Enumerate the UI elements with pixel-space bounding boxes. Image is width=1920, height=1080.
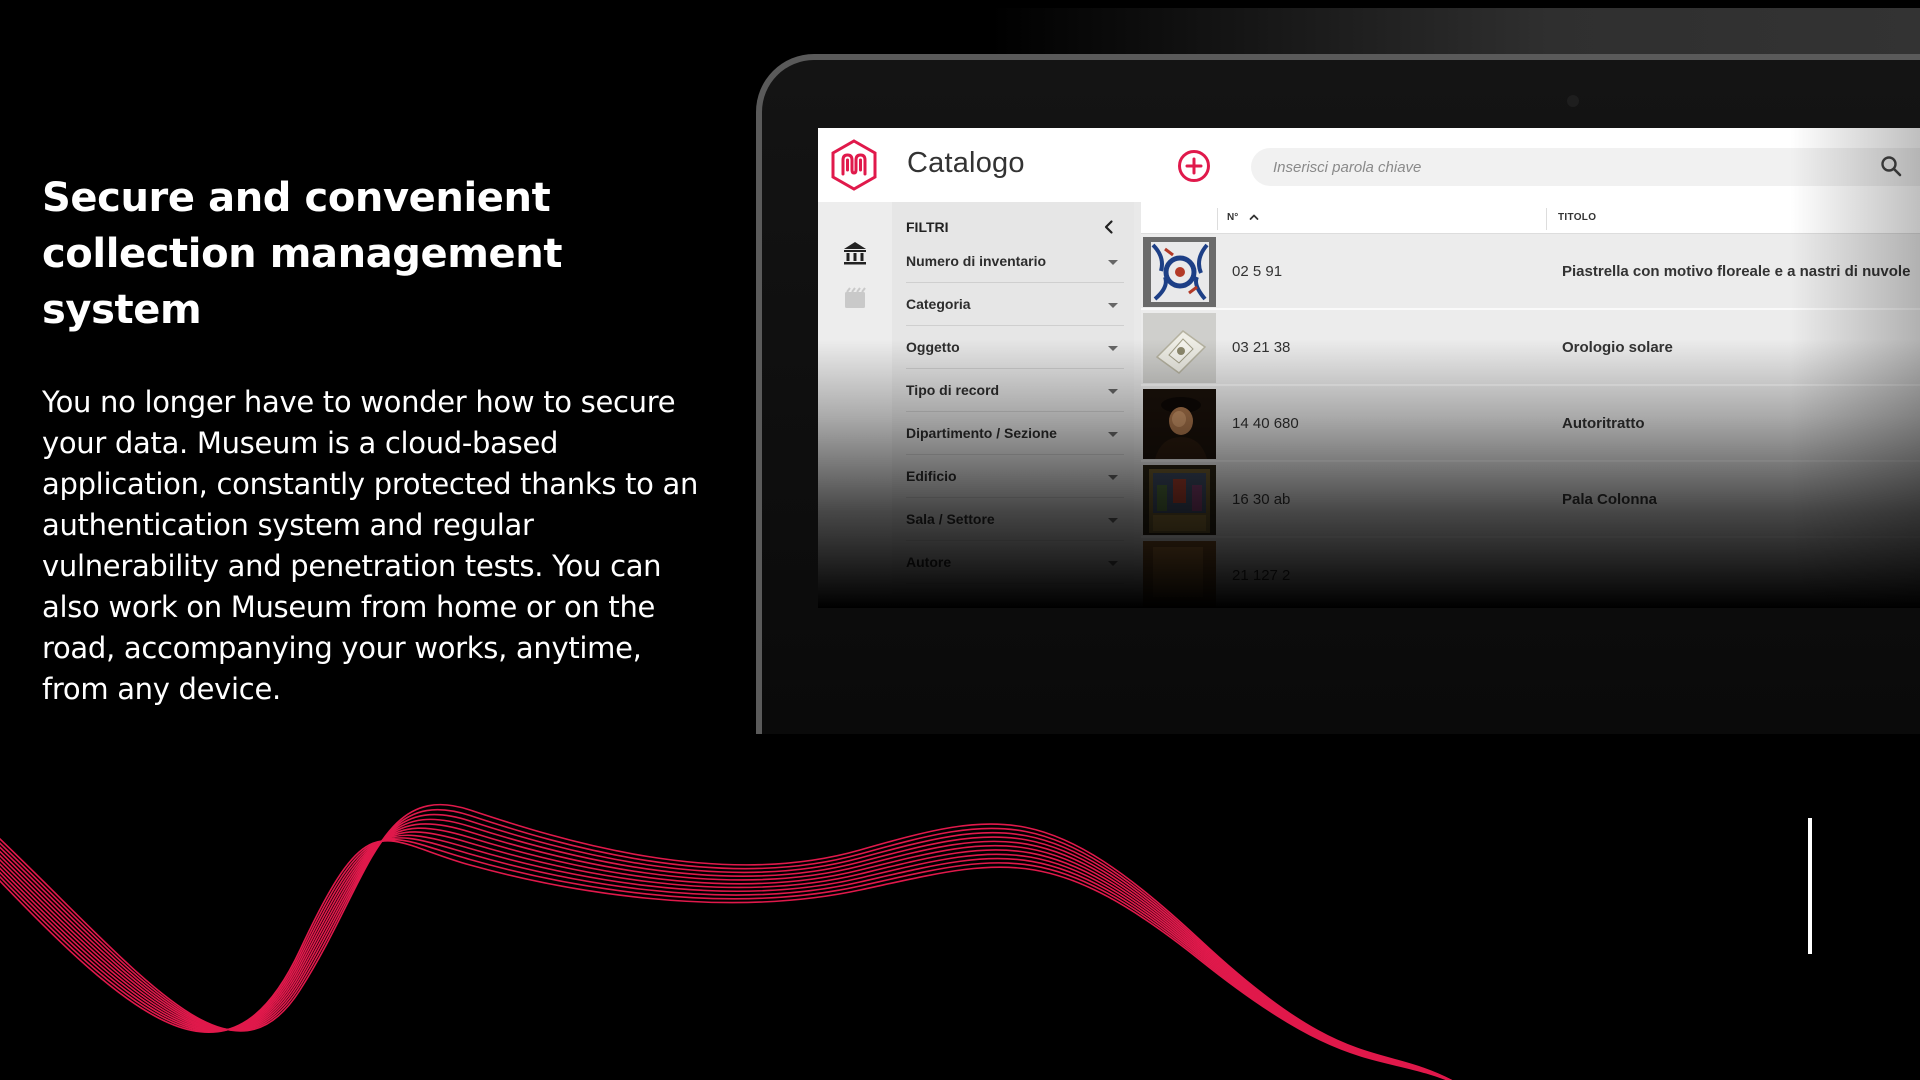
nav-rail [818, 202, 892, 608]
table-row[interactable]: 14 40 680 Autoritratto [1141, 386, 1920, 462]
filter-tipo-di-record[interactable]: Tipo di record [906, 370, 1124, 412]
row-title: Piastrella con motivo floreale e a nastr… [1562, 263, 1911, 280]
row-number: 03 21 38 [1232, 339, 1291, 356]
artwork-thumbnail [1143, 389, 1216, 459]
museum-logo-icon[interactable] [829, 138, 879, 192]
filter-numero-di-inventario[interactable]: Numero di inventario [906, 241, 1124, 283]
chevron-left-icon[interactable] [1100, 218, 1118, 236]
artwork-thumbnail [1143, 237, 1216, 307]
film-clapper-icon[interactable] [840, 284, 870, 314]
filter-label: Tipo di record [906, 382, 1000, 398]
chevron-down-icon [1108, 432, 1118, 437]
chevron-down-icon [1108, 389, 1118, 394]
wave-line [0, 813, 1452, 1080]
hero-body: You no longer have to wonder how to secu… [42, 385, 699, 706]
search-input[interactable] [1251, 148, 1920, 186]
filter-label: Sala / Settore [906, 511, 995, 527]
filter-dipartimento-sezione[interactable]: Dipartimento / Sezione [906, 413, 1124, 455]
hero-title-line-2: collection management system [42, 231, 563, 333]
filters-heading: FILTRI [906, 219, 949, 235]
filter-label: Dipartimento / Sezione [906, 425, 1057, 441]
chevron-down-icon [1108, 260, 1118, 265]
decorative-waves [0, 803, 1453, 1080]
filter-label: Oggetto [906, 339, 960, 355]
search-icon[interactable] [1879, 154, 1903, 178]
filter-label: Autore [906, 554, 952, 570]
column-header-number[interactable]: N° [1227, 212, 1238, 223]
plus-circle-icon[interactable] [1177, 149, 1211, 183]
table-row[interactable]: 02 5 91 Piastrella con motivo floreale e… [1141, 234, 1920, 310]
row-title: Autoritratto [1562, 415, 1645, 432]
table-row[interactable]: 16 30 ab Pala Colonna [1141, 462, 1920, 538]
chevron-down-icon [1108, 303, 1118, 308]
hero-copy: Secure and convenient collection managem… [42, 170, 702, 710]
table-row[interactable]: 03 21 38 Orologio solare [1141, 310, 1920, 386]
slide: Secure and convenient collection managem… [0, 0, 1920, 1080]
page-title: Catalogo [907, 147, 1025, 179]
table-row[interactable]: 21 127 2 [1141, 538, 1920, 608]
artwork-thumbnail [1143, 313, 1216, 383]
wave-line [0, 823, 1452, 1080]
row-title: Pala Colonna [1562, 491, 1658, 508]
filter-label: Numero di inventario [906, 253, 1047, 269]
museum-building-icon[interactable] [840, 238, 870, 268]
filter-sala-settore[interactable]: Sala / Settore [906, 499, 1124, 541]
chevron-down-icon [1108, 346, 1118, 351]
column-header-title[interactable]: TITOLO [1558, 212, 1596, 223]
wave-line [0, 809, 1453, 1080]
camera-dot [1567, 95, 1579, 107]
chevron-down-icon [1108, 475, 1118, 480]
artwork-thumbnail [1143, 541, 1216, 608]
laptop-top-highlight [990, 8, 1920, 56]
row-number: 02 5 91 [1232, 263, 1283, 280]
filters-panel: FILTRI Numero di inventario Categoria Og… [892, 202, 1134, 608]
filter-edificio[interactable]: Edificio [906, 456, 1124, 498]
chevron-up-icon[interactable] [1247, 210, 1261, 224]
app-header: Catalogo [818, 128, 1920, 202]
filter-label: Edificio [906, 468, 957, 484]
hero-title: Secure and convenient collection managem… [42, 170, 702, 338]
filter-oggetto[interactable]: Oggetto [906, 327, 1124, 369]
app-screen: Catalogo Inserisci parola chiave FILTRI … [818, 128, 1920, 608]
wave-line [0, 837, 1451, 1080]
vertical-divider-line [1808, 818, 1812, 954]
wave-line [0, 818, 1452, 1080]
column-separator [1217, 208, 1218, 230]
artwork-thumbnail [1143, 465, 1216, 535]
filter-autore[interactable]: Autore [906, 542, 1124, 584]
chevron-down-icon [1108, 561, 1118, 566]
row-number: 16 30 ab [1232, 491, 1291, 508]
hero-title-line-1: Secure and convenient [42, 175, 551, 221]
filter-categoria[interactable]: Categoria [906, 284, 1124, 326]
filter-label: Categoria [906, 296, 971, 312]
row-title: Orologio solare [1562, 339, 1673, 356]
wave-line [0, 827, 1452, 1080]
wave-line [0, 803, 1453, 1080]
table-header: N° TITOLO [1141, 202, 1920, 234]
catalog-table: N° TITOLO 02 5 91 Piastrella con motivo … [1141, 202, 1920, 608]
chevron-down-icon [1108, 518, 1118, 523]
row-number: 21 127 2 [1232, 567, 1291, 584]
column-separator [1546, 208, 1547, 230]
row-number: 14 40 680 [1232, 415, 1299, 432]
